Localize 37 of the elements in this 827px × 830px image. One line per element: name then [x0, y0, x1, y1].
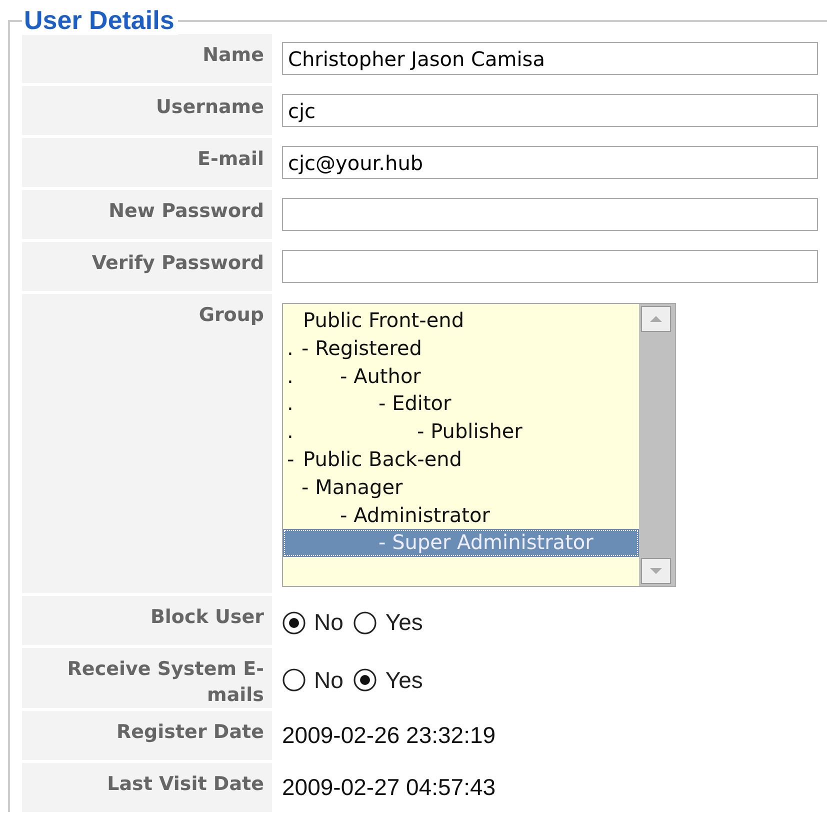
field-label: E-mail — [22, 138, 272, 187]
text-field[interactable]: cjc@your.hub — [282, 146, 818, 179]
radio-option[interactable]: Yes — [353, 666, 423, 694]
text-field[interactable]: cjc — [282, 94, 818, 127]
group-option[interactable]: Public Front-end — [283, 307, 639, 335]
group-option[interactable]: - Public Back-end — [283, 446, 639, 474]
scroll-up-icon[interactable] — [641, 306, 671, 332]
field-label: Name — [22, 34, 272, 83]
date-value: 2009-02-27 04:57:43 — [282, 774, 496, 801]
password-field[interactable] — [282, 250, 818, 283]
radio-button[interactable] — [282, 610, 306, 634]
radio-button[interactable] — [353, 610, 378, 634]
radio-option[interactable]: No — [282, 609, 344, 636]
field-label: Last Visit Date — [22, 763, 272, 812]
text-field[interactable]: Christopher Jason Camisa — [282, 42, 818, 75]
group-option[interactable]: - Manager — [283, 474, 639, 502]
date-value: 2009-02-26 23:32:19 — [282, 722, 496, 749]
radio-button[interactable] — [353, 668, 378, 692]
field-label: Receive System E-mails — [22, 648, 272, 708]
radio-button[interactable] — [282, 668, 306, 692]
scrollbar[interactable] — [639, 304, 675, 586]
field-label: Verify Password — [22, 242, 272, 291]
group-option[interactable]: - Administrator — [283, 502, 639, 530]
password-field[interactable] — [282, 198, 818, 231]
scroll-down-icon[interactable] — [641, 558, 671, 584]
group-option[interactable]: . - Author — [283, 362, 639, 390]
field-label: New Password — [22, 190, 272, 239]
field-label: Block User — [22, 596, 272, 645]
field-label: Group — [22, 294, 272, 593]
group-option[interactable]: . - Editor — [283, 390, 639, 418]
group-option[interactable]: . - Registered — [283, 334, 639, 363]
field-label: Register Date — [22, 711, 272, 760]
radio-option[interactable]: Yes — [353, 609, 423, 636]
group-option[interactable]: . - Publisher — [283, 418, 639, 446]
field-label: Username — [22, 86, 272, 135]
group-listbox[interactable]: Public Front-end . - Registered . - Author . - Editor . - Publisher - Public Back-end - Manager - Administrator - Super Administrator — [282, 303, 676, 587]
radio-option[interactable]: No — [282, 666, 344, 694]
